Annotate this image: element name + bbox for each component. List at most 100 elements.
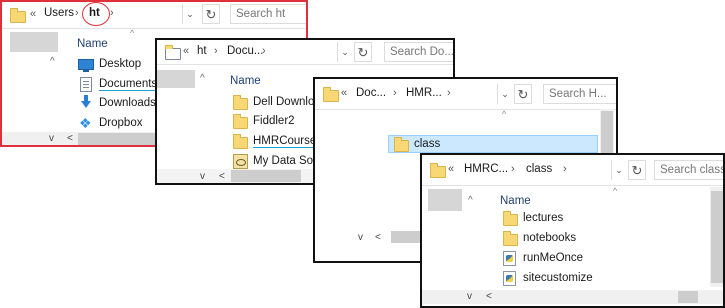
item-label: Desktop <box>99 58 142 70</box>
item-label: sitecustomize <box>523 272 593 284</box>
refresh-button[interactable]: ↻ <box>514 84 532 104</box>
address-bar[interactable]: « Doc... › HMR... › ⌄ ↻ Search H... <box>315 79 616 110</box>
address-dropdown-icon[interactable]: ⌄ <box>611 160 626 180</box>
navigation-pane[interactable] <box>2 30 64 132</box>
breadcrumb-item-users[interactable]: Users <box>44 7 74 19</box>
database-icon <box>232 153 248 169</box>
vertical-scrollbar[interactable] <box>600 109 614 157</box>
list-item[interactable]: lectures <box>502 209 563 227</box>
address-bar[interactable]: « HMRC... › class › ⌄ ↻ Search class <box>422 155 723 186</box>
list-item[interactable]: Dell Downloa <box>232 93 321 111</box>
address-dropdown-icon[interactable]: ⌄ <box>497 84 512 104</box>
overflow-chevron-icon[interactable]: « <box>448 163 454 175</box>
nav-scroll-up-icon[interactable]: ^ <box>468 195 473 206</box>
address-dropdown-icon[interactable]: ⌄ <box>182 4 197 24</box>
list-item[interactable]: Desktop <box>78 55 141 73</box>
nav-highlight <box>157 70 195 88</box>
search-input[interactable]: Search Do... <box>384 42 453 62</box>
breadcrumb-separator-icon[interactable]: › <box>563 163 567 175</box>
folder-icon <box>232 94 248 110</box>
list-item[interactable]: class <box>393 135 440 153</box>
refresh-button[interactable]: ↻ <box>354 42 372 62</box>
breadcrumb-item-class[interactable]: class <box>526 163 552 175</box>
scroll-thumb[interactable] <box>391 231 421 243</box>
nav-scroll-down-icon[interactable]: v <box>49 132 54 145</box>
scroll-thumb[interactable] <box>678 291 698 303</box>
column-header-name[interactable]: Name <box>77 38 108 50</box>
vertical-scrollbar[interactable] <box>710 187 723 287</box>
explorer-window-class: « HMRC... › class › ⌄ ↻ Search class ^ ^… <box>420 153 725 308</box>
list-item[interactable]: My Data Sou <box>232 152 319 170</box>
breadcrumb-item-ht[interactable]: ht <box>197 45 207 57</box>
folder-icon <box>10 8 26 23</box>
search-input[interactable]: Search class <box>654 160 723 180</box>
sort-caret-icon: ^ <box>130 28 135 38</box>
horizontal-scrollbar[interactable]: v < <box>422 290 723 304</box>
address-bar[interactable]: « Users › ht › ⌄ ↻ Search ht <box>2 2 306 29</box>
overflow-chevron-icon[interactable]: « <box>30 8 36 20</box>
column-header-name[interactable]: Name <box>500 195 531 207</box>
downloads-icon <box>78 95 94 111</box>
item-label: runMeOnce <box>523 252 584 264</box>
list-item[interactable]: ❖ Dropbox <box>78 114 142 132</box>
refresh-button[interactable]: ↻ <box>202 4 220 24</box>
python-file-icon <box>502 270 518 286</box>
list-item[interactable]: Fiddler2 <box>232 112 295 130</box>
folder-icon <box>430 163 446 178</box>
nav-scroll-down-icon[interactable]: v <box>467 290 472 304</box>
item-label: Fiddler2 <box>253 115 295 127</box>
python-file-icon <box>502 250 518 266</box>
folder-icon <box>502 230 518 246</box>
overflow-chevron-icon[interactable]: « <box>341 87 347 99</box>
breadcrumb-separator-icon[interactable]: › <box>393 87 397 99</box>
scroll-left-icon[interactable]: < <box>375 231 381 245</box>
breadcrumb-item-hmrcourse[interactable]: HMR... <box>406 87 442 99</box>
breadcrumb-item-documents[interactable]: Doc... <box>356 87 386 99</box>
breadcrumb-separator-icon[interactable]: › <box>110 7 114 19</box>
breadcrumb-separator-icon[interactable]: › <box>214 45 218 57</box>
item-label: Dell Downloa <box>253 96 321 108</box>
scroll-thumb[interactable] <box>231 170 301 182</box>
folder-icon <box>502 210 518 226</box>
scroll-thumb[interactable] <box>601 111 613 155</box>
overflow-chevron-icon[interactable]: « <box>183 45 189 57</box>
scroll-left-icon[interactable]: < <box>486 290 492 304</box>
search-input[interactable]: Search ht <box>230 4 306 24</box>
item-label: Dropbox <box>99 117 143 129</box>
column-header-name[interactable]: Name <box>230 75 261 87</box>
nav-scroll-down-icon[interactable]: v <box>358 231 363 245</box>
list-item[interactable]: runMeOnce <box>502 249 583 267</box>
folder-icon <box>323 87 339 102</box>
search-input[interactable]: Search H... <box>543 84 616 104</box>
breadcrumb-separator-icon[interactable]: › <box>511 163 515 175</box>
list-item[interactable]: sitecustomize <box>502 269 593 287</box>
list-item[interactable]: HMRCourse <box>232 132 317 150</box>
nav-highlight <box>10 32 58 52</box>
address-dropdown-icon[interactable]: ⌄ <box>337 42 352 62</box>
nav-scroll-up-icon[interactable]: ^ <box>50 56 55 67</box>
list-item[interactable]: Downloads <box>78 94 156 112</box>
nav-scroll-down-icon[interactable]: v <box>200 170 205 183</box>
dropbox-icon: ❖ <box>79 115 92 131</box>
desktop-icon <box>78 56 94 72</box>
navigation-pane[interactable] <box>157 66 215 169</box>
scroll-thumb[interactable] <box>78 133 158 145</box>
breadcrumb-item-documents[interactable]: Docu... <box>227 45 263 57</box>
address-bar[interactable]: « ht › Docu... › ⌄ ↻ Search Do... <box>157 40 453 65</box>
item-label: notebooks <box>523 232 577 244</box>
list-item[interactable]: Documents <box>78 75 158 93</box>
breadcrumb-separator-icon[interactable]: › <box>75 7 79 19</box>
scroll-left-icon[interactable]: < <box>67 132 73 145</box>
scroll-thumb[interactable] <box>711 191 723 283</box>
breadcrumb-item-ht[interactable]: ht <box>89 7 100 19</box>
folder-icon <box>165 45 181 60</box>
folder-icon <box>393 136 409 152</box>
list-item[interactable]: notebooks <box>502 229 576 247</box>
breadcrumb-item-hmrcourse[interactable]: HMRC... <box>464 163 508 175</box>
breadcrumb-separator-icon[interactable]: › <box>447 87 451 99</box>
sort-caret-icon: ^ <box>502 109 507 119</box>
breadcrumb-separator-icon[interactable]: › <box>262 45 266 57</box>
scroll-left-icon[interactable]: < <box>219 170 225 183</box>
refresh-button[interactable]: ↻ <box>628 160 646 180</box>
nav-scroll-up-icon[interactable]: ^ <box>200 73 205 84</box>
